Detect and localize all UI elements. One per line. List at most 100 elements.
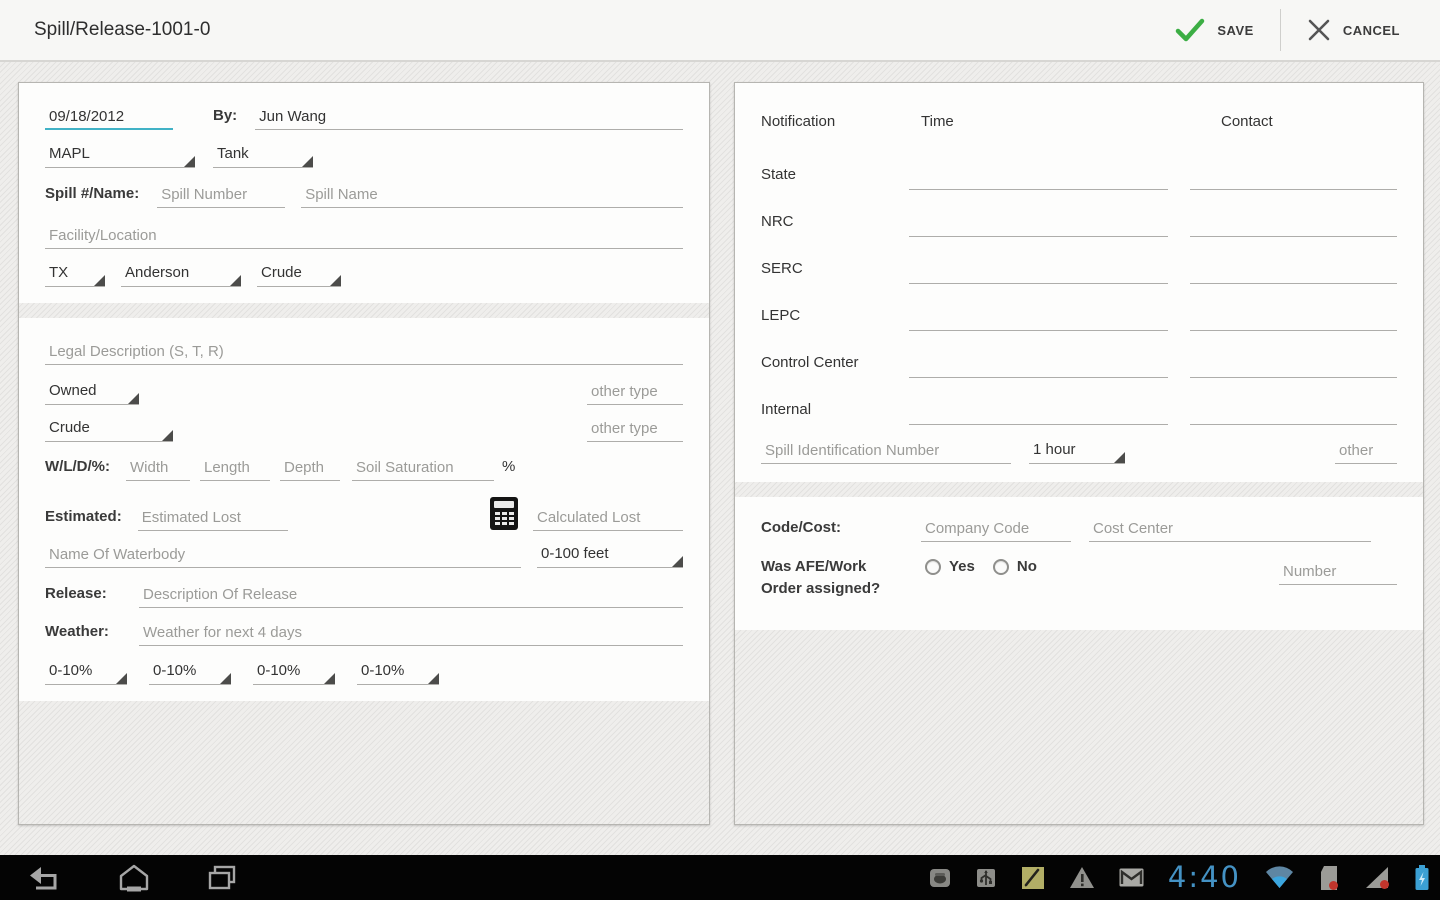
lepc-contact-input[interactable] xyxy=(1190,306,1397,331)
state-time-input[interactable] xyxy=(909,165,1168,190)
weather-input[interactable] xyxy=(139,621,683,646)
spinner-arrow-icon xyxy=(330,275,341,286)
source-spinner[interactable]: Tank xyxy=(213,145,313,168)
spill-id-input[interactable] xyxy=(761,439,1011,464)
checkmark-icon xyxy=(1175,18,1205,42)
save-label: SAVE xyxy=(1217,22,1254,38)
spinner-arrow-icon xyxy=(184,156,195,167)
product-spinner[interactable]: Crude xyxy=(257,264,341,287)
by-field[interactable] xyxy=(255,105,683,130)
spill-description-section: Owned Crude W/L/D/%: % xyxy=(19,318,709,701)
nrc-contact-input[interactable] xyxy=(1190,212,1397,237)
android-system-bar: 4:40 xyxy=(0,855,1440,900)
facility-location-input[interactable] xyxy=(45,224,683,249)
section-divider xyxy=(19,303,709,318)
afe-no-option[interactable]: No xyxy=(992,558,1037,575)
width-input[interactable] xyxy=(126,456,190,481)
length-input[interactable] xyxy=(200,456,270,481)
state-spinner[interactable]: TX xyxy=(45,264,105,287)
state-contact-input[interactable] xyxy=(1190,165,1397,190)
percent-spinner-1[interactable]: 0-10% xyxy=(45,662,127,685)
calculator-icon[interactable] xyxy=(489,496,519,531)
percent-spinner-2[interactable]: 0-10% xyxy=(149,662,231,685)
x-icon xyxy=(1307,18,1331,42)
percent-spinner-3[interactable]: 0-10% xyxy=(253,662,335,685)
control-center-contact-input[interactable] xyxy=(1190,353,1397,378)
company-code-input[interactable] xyxy=(921,517,1071,542)
organization-spinner[interactable]: MAPL xyxy=(45,145,195,168)
product-type-spinner[interactable]: Crude xyxy=(45,419,173,442)
signal-roaming-icon xyxy=(1364,866,1390,890)
legal-description-input[interactable] xyxy=(45,340,683,365)
home-button[interactable] xyxy=(118,864,150,892)
spill-details-card: By: MAPL Tank Spill #/Name: xyxy=(18,82,710,825)
spinner-arrow-icon xyxy=(162,430,173,441)
spinner-arrow-icon xyxy=(428,673,439,684)
spinner-arrow-icon xyxy=(116,673,127,684)
owned-spinner[interactable]: Owned xyxy=(45,382,139,405)
percent-spinner-4[interactable]: 0-10% xyxy=(357,662,439,685)
by-label: By: xyxy=(213,107,238,124)
contact-header: Contact xyxy=(1221,113,1273,130)
product-other-type-input[interactable] xyxy=(587,417,683,442)
county-spinner[interactable]: Anderson xyxy=(121,264,241,287)
spinner-arrow-icon xyxy=(220,673,231,684)
cost-center-input[interactable] xyxy=(1089,517,1371,542)
afe-label: Was AFE/Work Order assigned? xyxy=(761,558,881,597)
notification-row-state: State xyxy=(761,143,1397,190)
recent-apps-button[interactable] xyxy=(206,864,238,892)
internal-contact-input[interactable] xyxy=(1190,400,1397,425)
owned-other-type-input[interactable] xyxy=(587,380,683,405)
card-filler xyxy=(19,701,709,824)
notification-row-control-center: Control Center xyxy=(761,331,1397,378)
waterbody-input[interactable] xyxy=(45,543,521,568)
lepc-time-input[interactable] xyxy=(909,306,1168,331)
spill-number-input[interactable] xyxy=(157,183,286,208)
spill-name-label: Spill #/Name: xyxy=(45,185,140,202)
spinner-arrow-icon xyxy=(94,275,105,286)
status-tray[interactable]: 4:40 xyxy=(929,863,1440,892)
other-notification-input[interactable] xyxy=(1335,439,1397,464)
spinner-arrow-icon xyxy=(324,673,335,684)
system-clock[interactable]: 4:40 xyxy=(1168,863,1241,892)
serc-contact-input[interactable] xyxy=(1190,259,1397,284)
app-bar-actions: SAVE CANCEL xyxy=(1149,0,1426,60)
calculated-lost-input[interactable] xyxy=(533,506,683,531)
release-label: Release: xyxy=(45,585,107,602)
distance-spinner[interactable]: 0-100 feet xyxy=(537,545,683,568)
release-description-input[interactable] xyxy=(139,583,683,608)
wifi-icon xyxy=(1265,865,1294,890)
save-button[interactable]: SAVE xyxy=(1149,0,1279,60)
app-notification-icon xyxy=(929,867,951,889)
page-title: Spill/Release-1001-0 xyxy=(34,19,211,40)
serc-time-input[interactable] xyxy=(909,259,1168,284)
spill-name-input[interactable] xyxy=(301,183,683,208)
spinner-arrow-icon xyxy=(1114,452,1125,463)
yes-radio[interactable] xyxy=(925,558,941,575)
cancel-button[interactable]: CANCEL xyxy=(1281,0,1426,60)
estimated-lost-input[interactable] xyxy=(137,506,288,531)
time-header: Time xyxy=(921,113,954,130)
wld-label: W/L/D/%: xyxy=(45,458,110,475)
notification-row-serc: SERC xyxy=(761,237,1397,284)
battery-charging-icon xyxy=(1414,864,1430,891)
code-cost-label: Code/Cost: xyxy=(761,519,841,536)
soil-saturation-input[interactable] xyxy=(352,456,494,481)
depth-input[interactable] xyxy=(280,456,340,481)
internal-time-input[interactable] xyxy=(909,400,1168,425)
spinner-arrow-icon xyxy=(302,156,313,167)
control-center-time-input[interactable] xyxy=(909,353,1168,378)
no-radio[interactable] xyxy=(992,558,1009,575)
afe-number-input[interactable] xyxy=(1279,560,1397,585)
spinner-arrow-icon xyxy=(230,275,241,286)
nrc-time-input[interactable] xyxy=(909,212,1168,237)
usb-connected-icon xyxy=(975,867,997,889)
card-filler xyxy=(735,629,1423,824)
hour-spinner[interactable]: 1 hour xyxy=(1029,441,1125,464)
estimated-label: Estimated: xyxy=(45,508,122,525)
date-field[interactable] xyxy=(45,105,173,130)
navigation-keys xyxy=(0,864,238,892)
weather-label: Weather: xyxy=(45,623,109,640)
afe-yes-option[interactable]: Yes xyxy=(925,558,975,575)
back-button[interactable] xyxy=(26,864,62,892)
